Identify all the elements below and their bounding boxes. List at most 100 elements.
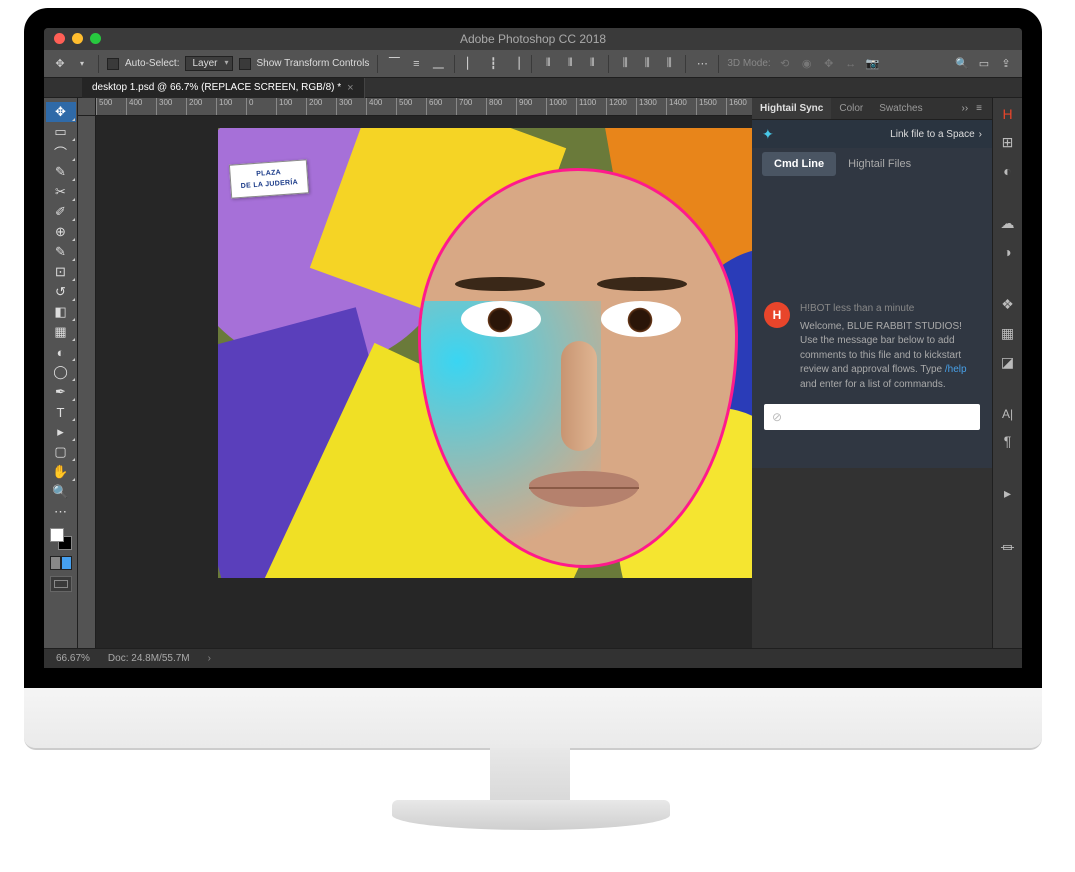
minimize-window-icon[interactable] bbox=[72, 33, 83, 44]
paths-dock-icon[interactable]: ◪ bbox=[1001, 354, 1014, 371]
distribute-hcenter-icon[interactable]: ⫼ bbox=[639, 56, 655, 72]
layers-dock-icon[interactable]: ❖ bbox=[1001, 296, 1014, 313]
3d-zoom-icon[interactable]: 📷 bbox=[865, 56, 881, 72]
align-right-icon[interactable]: ▕ bbox=[507, 56, 523, 72]
color-dock-icon[interactable]: ⊞ bbox=[1002, 134, 1014, 151]
photoshop-app: Adobe Photoshop CC 2018 ✥ ▾ Auto-Select:… bbox=[44, 28, 1022, 668]
tool-preset-dropdown-icon[interactable]: ▾ bbox=[74, 56, 90, 72]
libraries-dock-icon[interactable]: ☁ bbox=[1001, 215, 1015, 232]
auto-select-dropdown[interactable]: Layer bbox=[185, 56, 232, 71]
bot-body-post: and enter for a list of commands. bbox=[800, 379, 946, 390]
align-hcenter-icon[interactable]: ┇ bbox=[485, 56, 501, 72]
ruler-origin[interactable] bbox=[78, 98, 96, 116]
panel-body: H H!BOT less than a minute Welcome, BLUE… bbox=[752, 180, 992, 468]
hightail-dock-icon[interactable]: H bbox=[1002, 106, 1012, 122]
zoom-level[interactable]: 66.67% bbox=[56, 653, 90, 664]
distribute-bottom-icon[interactable]: ⫴ bbox=[584, 56, 600, 72]
move-tool[interactable]: ✥ bbox=[46, 102, 76, 122]
panel-sub-tabs: Cmd Line Hightail Files bbox=[752, 148, 992, 180]
edit-toolbar-icon[interactable]: ⋯ bbox=[46, 502, 76, 522]
paragraph-dock-icon[interactable]: ¶ bbox=[1004, 433, 1012, 449]
brush-tool[interactable]: ✎ bbox=[46, 242, 76, 262]
3d-orbit-icon[interactable]: ⟲ bbox=[777, 56, 793, 72]
panel-menu-icon[interactable]: ≡ bbox=[972, 103, 986, 114]
gradient-tool[interactable]: ▦ bbox=[46, 322, 76, 342]
clone-stamp-tool[interactable]: ⊡ bbox=[46, 262, 76, 282]
quick-mask-toggle[interactable] bbox=[50, 556, 72, 570]
channels-dock-icon[interactable]: ▦ bbox=[1001, 325, 1014, 342]
subtab-cmd-line[interactable]: Cmd Line bbox=[762, 152, 836, 176]
eraser-tool[interactable]: ◧ bbox=[46, 302, 76, 322]
3d-slide-icon[interactable]: ↔ bbox=[843, 56, 859, 72]
horizontal-ruler[interactable]: 5004003002001000100200300400500600700800… bbox=[96, 98, 752, 116]
dodge-tool[interactable]: ◯ bbox=[46, 362, 76, 382]
screen-mode-toggle[interactable] bbox=[50, 576, 72, 592]
panel-tab-row: Hightail Sync Color Swatches ›› ≡ bbox=[752, 98, 992, 120]
collapse-panel-icon[interactable]: ›› bbox=[957, 103, 972, 114]
doc-size[interactable]: Doc: 24.8M/55.7M bbox=[108, 653, 190, 664]
tab-color[interactable]: Color bbox=[831, 98, 871, 119]
healing-brush-tool[interactable]: ⊕ bbox=[46, 222, 76, 242]
auto-select-checkbox[interactable] bbox=[107, 58, 119, 70]
message-input[interactable]: ⊘ bbox=[764, 404, 980, 430]
document-tab[interactable]: desktop 1.psd @ 66.7% (REPLACE SCREEN, R… bbox=[82, 78, 365, 98]
toolbox: ✥ ▭ ⌒ ✎ ✂ ✐ ⊕ ✎ ⊡ ↺ ◧ ▦ ◐ ◯ ✒ T ▸ ▢ ✋ 🔍 bbox=[44, 98, 78, 648]
distribute-right-icon[interactable]: ⫼ bbox=[661, 56, 677, 72]
attachment-icon[interactable]: ⊘ bbox=[772, 410, 782, 424]
hightail-panel: Hightail Sync Color Swatches ›› ≡ ✦ Link… bbox=[752, 98, 992, 468]
artwork-image: PLAZA DE LA JUDERÍA bbox=[218, 128, 752, 578]
share-icon[interactable]: ⇪ bbox=[998, 56, 1014, 72]
close-tab-icon[interactable]: × bbox=[347, 82, 353, 94]
history-brush-tool[interactable]: ↺ bbox=[46, 282, 76, 302]
align-bottom-icon[interactable]: ⎽ bbox=[430, 56, 446, 72]
pen-tool[interactable]: ✒ bbox=[46, 382, 76, 402]
swatches-dock-icon[interactable]: ◐ bbox=[1003, 163, 1011, 179]
bot-header: H!BOT less than a minute bbox=[800, 302, 980, 317]
3d-pan-icon[interactable]: ✥ bbox=[821, 56, 837, 72]
3d-roll-icon[interactable]: ◉ bbox=[799, 56, 815, 72]
options-bar: ✥ ▾ Auto-Select: Layer Show Transform Co… bbox=[44, 50, 1022, 78]
bot-avatar-icon: H bbox=[764, 302, 790, 328]
eyedropper-tool[interactable]: ✐ bbox=[46, 202, 76, 222]
show-transform-checkbox[interactable] bbox=[239, 58, 251, 70]
tab-swatches[interactable]: Swatches bbox=[871, 98, 930, 119]
vertical-ruler[interactable] bbox=[78, 116, 96, 648]
color-swatches[interactable] bbox=[50, 528, 72, 550]
zoom-tool[interactable]: 🔍 bbox=[46, 482, 76, 502]
arrange-documents-icon[interactable]: ▭ bbox=[976, 56, 992, 72]
timeline-dock-icon[interactable]: ⏛ bbox=[1001, 538, 1015, 558]
hand-tool[interactable]: ✋ bbox=[46, 462, 76, 482]
align-left-icon[interactable]: ▏ bbox=[463, 56, 479, 72]
marquee-tool[interactable]: ▭ bbox=[46, 122, 76, 142]
quick-select-tool[interactable]: ✎ bbox=[46, 162, 76, 182]
character-dock-icon[interactable]: A| bbox=[1002, 407, 1013, 421]
shape-tool[interactable]: ▢ bbox=[46, 442, 76, 462]
fullscreen-window-icon[interactable] bbox=[90, 33, 101, 44]
status-bar: 66.67% Doc: 24.8M/55.7M › bbox=[44, 648, 1022, 668]
adjustments-dock-icon[interactable]: ◑ bbox=[1003, 244, 1011, 260]
move-tool-icon[interactable]: ✥ bbox=[52, 56, 68, 72]
document-tab-row: desktop 1.psd @ 66.7% (REPLACE SCREEN, R… bbox=[44, 78, 1022, 98]
align-top-icon[interactable]: ⎺ bbox=[386, 56, 402, 72]
distribute-left-icon[interactable]: ⫼ bbox=[617, 56, 633, 72]
subtab-hightail-files[interactable]: Hightail Files bbox=[836, 152, 923, 176]
crop-tool[interactable]: ✂ bbox=[46, 182, 76, 202]
tab-hightail-sync[interactable]: Hightail Sync bbox=[752, 98, 831, 119]
distribute-top-icon[interactable]: ⫴ bbox=[540, 56, 556, 72]
imac-stand bbox=[490, 748, 570, 804]
search-icon[interactable]: 🔍 bbox=[954, 56, 970, 72]
type-tool[interactable]: T bbox=[46, 402, 76, 422]
actions-dock-icon[interactable]: ▸ bbox=[1004, 485, 1011, 502]
blur-tool[interactable]: ◐ bbox=[46, 342, 76, 362]
more-options-icon[interactable]: ⋯ bbox=[694, 56, 710, 72]
lasso-tool[interactable]: ⌒ bbox=[46, 142, 76, 162]
link-file-button[interactable]: Link file to a Space › bbox=[890, 129, 982, 140]
path-select-tool[interactable]: ▸ bbox=[46, 422, 76, 442]
status-menu-icon[interactable]: › bbox=[208, 653, 211, 664]
distribute-vcenter-icon[interactable]: ⫴ bbox=[562, 56, 578, 72]
imac-base bbox=[392, 800, 670, 830]
document-canvas[interactable]: PLAZA DE LA JUDERÍA bbox=[218, 128, 752, 578]
bot-help-command[interactable]: /help bbox=[945, 364, 967, 375]
align-vcenter-icon[interactable]: ≡ bbox=[408, 56, 424, 72]
close-window-icon[interactable] bbox=[54, 33, 65, 44]
